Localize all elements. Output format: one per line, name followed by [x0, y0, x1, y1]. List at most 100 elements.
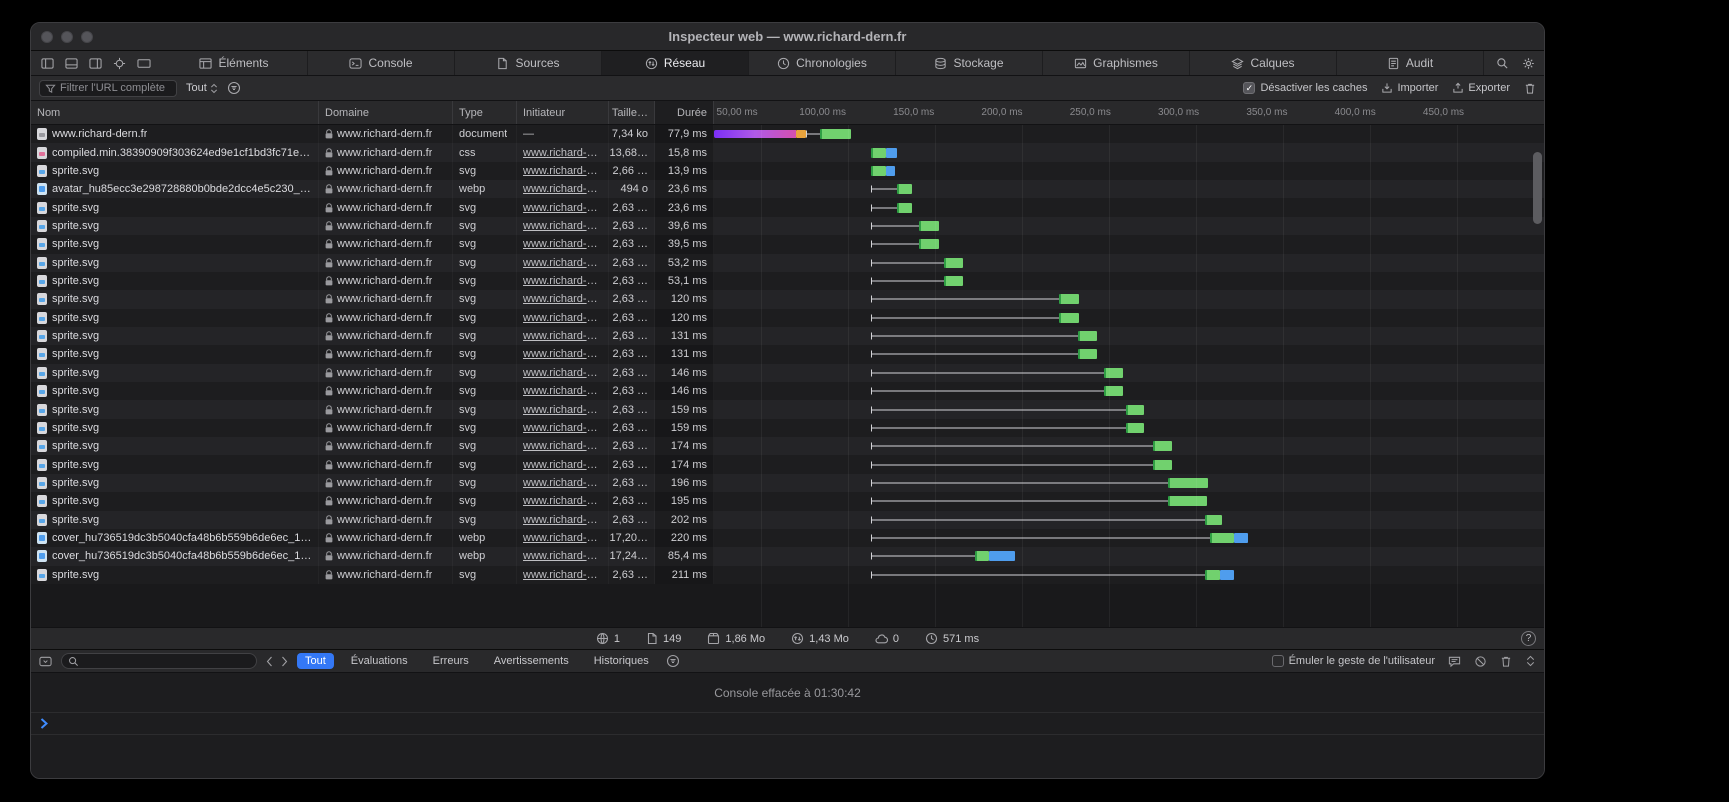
- table-row[interactable]: avatar_hu85ecc3e298728880b0bde2dcc4e5c23…: [31, 180, 1544, 198]
- table-row[interactable]: sprite.svgwww.richard-dern.frsvgwww.rich…: [31, 309, 1544, 327]
- table-row[interactable]: sprite.svgwww.richard-dern.frsvgwww.rich…: [31, 382, 1544, 400]
- table-row[interactable]: sprite.svgwww.richard-dern.frsvgwww.rich…: [31, 272, 1544, 290]
- tab-graphics[interactable]: Graphismes: [1043, 51, 1190, 75]
- zoom-window-button[interactable]: [81, 31, 93, 43]
- tab-layers[interactable]: Calques: [1190, 51, 1337, 75]
- table-row[interactable]: sprite.svgwww.richard-dern.frsvgwww.rich…: [31, 364, 1544, 382]
- console-scope-icon[interactable]: [39, 655, 52, 668]
- tab-timelines[interactable]: Chronologies: [749, 51, 896, 75]
- console-empty-space[interactable]: [31, 735, 1544, 778]
- console-search-field[interactable]: [61, 653, 257, 669]
- initiator-link[interactable]: www.richard-d…: [523, 348, 602, 360]
- column-header-size[interactable]: Taille…: [609, 101, 655, 124]
- table-row[interactable]: sprite.svgwww.richard-dern.frsvgwww.rich…: [31, 492, 1544, 510]
- initiator-link[interactable]: www.richard-d…: [523, 404, 602, 416]
- column-header-name[interactable]: Nom: [31, 101, 319, 124]
- table-row[interactable]: sprite.svgwww.richard-dern.frsvgwww.rich…: [31, 511, 1544, 529]
- initiator-link[interactable]: www.richard-d…: [523, 238, 602, 250]
- column-header-initiator[interactable]: Initiateur: [517, 101, 609, 124]
- table-row[interactable]: cover_hu736519dc3b5040cfa48b6b559b6de6ec…: [31, 529, 1544, 547]
- close-window-button[interactable]: [41, 31, 53, 43]
- initiator-link[interactable]: www.richard-d…: [523, 569, 602, 581]
- tab-sources[interactable]: Sources: [455, 51, 602, 75]
- settings-gear-icon[interactable]: [1522, 57, 1535, 70]
- initiator-link[interactable]: www.richard-d…: [523, 330, 602, 342]
- initiator-link[interactable]: www.richard-d…: [523, 202, 602, 214]
- console-tab-errors[interactable]: Erreurs: [425, 653, 477, 669]
- column-header-type[interactable]: Type: [453, 101, 517, 124]
- console-prompt-row[interactable]: [31, 713, 1544, 735]
- table-row[interactable]: sprite.svgwww.richard-dern.frsvgwww.rich…: [31, 198, 1544, 216]
- initiator-link[interactable]: www.richard-d…: [523, 550, 602, 562]
- url-filter-input[interactable]: [60, 82, 171, 94]
- initiator-link[interactable]: www.richard-d…: [523, 477, 602, 489]
- previous-result-icon[interactable]: [266, 656, 273, 667]
- tab-audit[interactable]: Audit: [1337, 51, 1484, 75]
- device-settings-icon[interactable]: [137, 57, 151, 70]
- initiator-link[interactable]: www.richard-d…: [523, 440, 602, 452]
- initiator-link[interactable]: www.richard-d…: [523, 422, 602, 434]
- console-messages-icon[interactable]: [1448, 655, 1461, 668]
- console-tab-all[interactable]: Tout: [297, 653, 334, 669]
- table-row[interactable]: sprite.svgwww.richard-dern.frsvgwww.rich…: [31, 327, 1544, 345]
- initiator-link[interactable]: www.richard-d…: [523, 147, 602, 159]
- table-row[interactable]: sprite.svgwww.richard-dern.frsvgwww.rich…: [31, 162, 1544, 180]
- table-row[interactable]: sprite.svgwww.richard-dern.frsvgwww.rich…: [31, 235, 1544, 253]
- initiator-link[interactable]: www.richard-d…: [523, 275, 602, 287]
- initiator-link[interactable]: www.richard-d…: [523, 459, 602, 471]
- tab-elements[interactable]: Éléments: [161, 51, 308, 75]
- console-trash-icon[interactable]: [1500, 655, 1512, 668]
- table-row[interactable]: sprite.svgwww.richard-dern.frsvgwww.rich…: [31, 566, 1544, 584]
- initiator-link[interactable]: www.richard-d…: [523, 514, 602, 526]
- table-row[interactable]: sprite.svgwww.richard-dern.frsvgwww.rich…: [31, 455, 1544, 473]
- console-tab-warnings[interactable]: Avertissements: [486, 653, 577, 669]
- table-row[interactable]: sprite.svgwww.richard-dern.frsvgwww.rich…: [31, 345, 1544, 363]
- console-tab-logs[interactable]: Historiques: [586, 653, 657, 669]
- column-header-domain[interactable]: Domaine: [319, 101, 453, 124]
- table-row[interactable]: sprite.svgwww.richard-dern.frsvgwww.rich…: [31, 254, 1544, 272]
- filter-options-icon[interactable]: [227, 81, 241, 95]
- console-search-input[interactable]: [83, 655, 250, 667]
- import-button[interactable]: Importer: [1381, 82, 1438, 94]
- dock-left-icon[interactable]: [41, 57, 54, 70]
- resource-scope-select[interactable]: Tout: [186, 82, 218, 94]
- disable-caches-checkbox[interactable]: ✓ Désactiver les caches: [1243, 82, 1367, 94]
- table-row[interactable]: compiled.min.38390909f303624ed9e1cf1bd3f…: [31, 143, 1544, 161]
- tab-console[interactable]: Console: [308, 51, 455, 75]
- emulate-gesture-checkbox[interactable]: Émuler le geste de l'utilisateur: [1272, 655, 1435, 667]
- dock-bottom-icon[interactable]: [65, 57, 78, 70]
- initiator-link[interactable]: www.richard-d…: [523, 183, 602, 195]
- tab-network[interactable]: Réseau: [602, 51, 749, 75]
- clear-network-trash-icon[interactable]: [1524, 82, 1536, 95]
- table-row[interactable]: www.richard-dern.frwww.richard-dern.frdo…: [31, 125, 1544, 143]
- initiator-link[interactable]: www.richard-d…: [523, 293, 602, 305]
- table-row[interactable]: sprite.svgwww.richard-dern.frsvgwww.rich…: [31, 400, 1544, 418]
- element-picker-icon[interactable]: [113, 57, 126, 70]
- initiator-link[interactable]: www.richard-d…: [523, 257, 602, 269]
- tab-storage[interactable]: Stockage: [896, 51, 1043, 75]
- table-row[interactable]: sprite.svgwww.richard-dern.frsvgwww.rich…: [31, 290, 1544, 308]
- initiator-link[interactable]: www.richard-d…: [523, 367, 602, 379]
- minimize-window-button[interactable]: [61, 31, 73, 43]
- initiator-link[interactable]: www.richard-d…: [523, 385, 602, 397]
- clear-console-icon[interactable]: [1474, 655, 1487, 668]
- table-row[interactable]: sprite.svgwww.richard-dern.frsvgwww.rich…: [31, 217, 1544, 235]
- export-button[interactable]: Exporter: [1452, 82, 1510, 94]
- table-row[interactable]: sprite.svgwww.richard-dern.frsvgwww.rich…: [31, 474, 1544, 492]
- expand-console-icon[interactable]: [1525, 655, 1536, 667]
- initiator-link[interactable]: www.richard-d…: [523, 220, 602, 232]
- initiator-link[interactable]: www.richard-d…: [523, 165, 602, 177]
- initiator-link[interactable]: www.richard-d…: [523, 312, 602, 324]
- vertical-scrollbar[interactable]: [1533, 128, 1542, 624]
- scrollbar-thumb[interactable]: [1533, 152, 1542, 224]
- table-row[interactable]: cover_hu736519dc3b5040cfa48b6b559b6de6ec…: [31, 547, 1544, 565]
- next-result-icon[interactable]: [281, 656, 288, 667]
- initiator-link[interactable]: www.richard-d…: [523, 495, 602, 507]
- column-header-duration[interactable]: Durée: [655, 101, 714, 124]
- initiator-link[interactable]: www.richard-d…: [523, 532, 602, 544]
- console-filter-options-icon[interactable]: [666, 654, 680, 668]
- url-filter-field[interactable]: [39, 80, 177, 97]
- help-button[interactable]: ?: [1521, 631, 1536, 646]
- table-row[interactable]: sprite.svgwww.richard-dern.frsvgwww.rich…: [31, 437, 1544, 455]
- table-row[interactable]: sprite.svgwww.richard-dern.frsvgwww.rich…: [31, 419, 1544, 437]
